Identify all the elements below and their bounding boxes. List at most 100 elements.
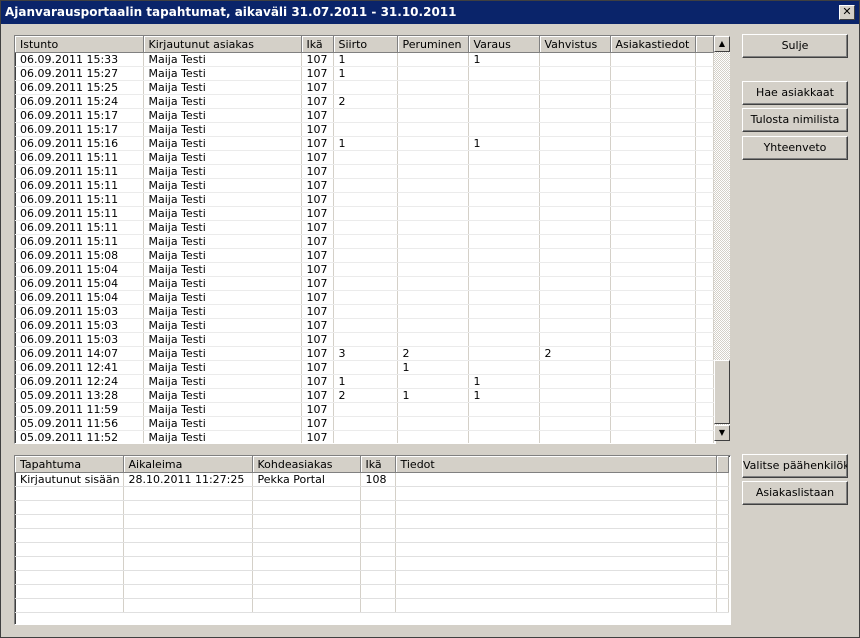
table-row[interactable]: 06.09.2011 15:04 Maija Testi 107 (15, 262, 714, 277)
column-header[interactable]: Varaus (468, 36, 540, 53)
table-cell (610, 304, 696, 319)
table-cell (539, 416, 611, 431)
table-cell: 107 (301, 234, 334, 249)
column-header-filler (716, 456, 729, 473)
column-header[interactable]: Vahvistus (539, 36, 611, 53)
table-cell (333, 318, 398, 333)
empty-cell (716, 542, 729, 557)
table-cell: 107 (301, 164, 334, 179)
table-cell: 1 (333, 52, 398, 67)
empty-cell (395, 584, 717, 599)
column-header[interactable]: Istunto (15, 36, 144, 53)
summary-button[interactable]: Yhteenveto (742, 136, 848, 160)
table-cell: 107 (301, 318, 334, 333)
table-cell (539, 304, 611, 319)
table-row[interactable]: 06.09.2011 15:17 Maija Testi 107 (15, 122, 714, 137)
table-row[interactable]: 06.09.2011 15:16 Maija Testi 107 1 1 (15, 136, 714, 151)
table-cell (610, 150, 696, 165)
empty-row (15, 486, 729, 501)
table-row[interactable]: 06.09.2011 15:03 Maija Testi 107 (15, 332, 714, 347)
print-names-button[interactable]: Tulosta nimilista (742, 108, 848, 132)
table-cell: 107 (301, 108, 334, 123)
scroll-thumb[interactable] (714, 360, 730, 424)
table-cell: 06.09.2011 15:11 (15, 164, 144, 179)
title-bar: Ajanvarausportaalin tapahtumat, aikaväli… (1, 1, 859, 24)
table-row[interactable]: 06.09.2011 15:27 Maija Testi 107 1 (15, 66, 714, 81)
table-row[interactable]: 06.09.2011 15:03 Maija Testi 107 (15, 304, 714, 319)
table-cell (610, 220, 696, 235)
table-row[interactable]: 06.09.2011 12:24 Maija Testi 107 1 1 (15, 374, 714, 389)
select-main-person-button[interactable]: Valitse päähenkilöksi (742, 454, 848, 478)
table-cell (539, 136, 611, 151)
table-cell (333, 360, 398, 375)
table-cell-filler (695, 52, 714, 67)
table-row[interactable]: 06.09.2011 15:03 Maija Testi 107 (15, 318, 714, 333)
table-row[interactable]: 05.09.2011 11:52 Maija Testi 107 (15, 430, 714, 443)
table-row[interactable]: 06.09.2011 15:33 Maija Testi 107 1 1 (15, 52, 714, 67)
table-row[interactable]: 06.09.2011 15:11 Maija Testi 107 (15, 150, 714, 165)
column-header[interactable]: Kirjautunut asiakas (143, 36, 302, 53)
table-cell: Maija Testi (143, 178, 302, 193)
events-grid[interactable]: Tapahtuma Aikaleima Kohdeasiakas Ikä Tiedot … (14, 455, 731, 625)
column-header[interactable]: Tiedot (395, 456, 717, 473)
table-row[interactable]: 05.09.2011 11:56 Maija Testi 107 (15, 416, 714, 431)
empty-cell (123, 556, 253, 571)
table-cell: 107 (301, 206, 334, 221)
table-row[interactable]: 06.09.2011 15:04 Maija Testi 107 (15, 290, 714, 305)
table-cell: 107 (301, 360, 334, 375)
table-row[interactable]: 06.09.2011 15:24 Maija Testi 107 2 (15, 94, 714, 109)
empty-cell (123, 584, 253, 599)
table-cell (539, 332, 611, 347)
sessions-scrollbar[interactable]: ▲ ▼ (714, 36, 730, 441)
table-cell (468, 248, 540, 263)
table-cell (468, 220, 540, 235)
table-cell: 2 (333, 388, 398, 403)
table-cell: Maija Testi (143, 346, 302, 361)
table-row[interactable]: 05.09.2011 13:28 Maija Testi 107 2 1 1 (15, 388, 714, 403)
table-cell: 1 (397, 360, 469, 375)
table-cell (397, 402, 469, 417)
table-row[interactable]: 06.09.2011 15:08 Maija Testi 107 (15, 248, 714, 263)
column-header[interactable]: Peruminen (397, 36, 469, 53)
table-row[interactable]: 06.09.2011 15:11 Maija Testi 107 (15, 164, 714, 179)
table-row[interactable]: 06.09.2011 15:17 Maija Testi 107 (15, 108, 714, 123)
table-row[interactable]: 06.09.2011 12:41 Maija Testi 107 1 (15, 360, 714, 375)
table-cell-filler (695, 276, 714, 291)
table-row[interactable]: 06.09.2011 15:11 Maija Testi 107 (15, 206, 714, 221)
table-cell (397, 80, 469, 95)
table-cell: Maija Testi (143, 262, 302, 277)
scroll-up-icon[interactable]: ▲ (714, 36, 730, 52)
close-button[interactable]: Sulje (742, 34, 848, 58)
to-customer-list-button[interactable]: Asiakaslistaan (742, 481, 848, 505)
table-row[interactable]: Kirjautunut sisään 28.10.2011 11:27:25 Pek… (15, 472, 729, 487)
sessions-grid[interactable]: Istunto Kirjautunut asiakas Ikä Siirto Perum… (14, 35, 716, 444)
table-row[interactable]: 06.09.2011 14:07 Maija Testi 107 3 2 2 (15, 346, 714, 361)
scroll-down-icon[interactable]: ▼ (714, 425, 730, 441)
empty-cell (15, 528, 124, 543)
table-cell (333, 80, 398, 95)
table-cell (610, 248, 696, 263)
table-row[interactable]: 05.09.2011 11:59 Maija Testi 107 (15, 402, 714, 417)
table-cell (333, 234, 398, 249)
column-header[interactable]: Asiakastiedot (610, 36, 696, 53)
table-cell (468, 402, 540, 417)
empty-cell (123, 570, 253, 585)
column-header[interactable]: Ikä (301, 36, 334, 53)
table-row[interactable]: 06.09.2011 15:11 Maija Testi 107 (15, 234, 714, 249)
table-row[interactable]: 06.09.2011 15:11 Maija Testi 107 (15, 192, 714, 207)
fetch-customers-button[interactable]: Hae asiakkaat (742, 81, 848, 105)
table-row[interactable]: 06.09.2011 15:11 Maija Testi 107 (15, 220, 714, 235)
column-header[interactable]: Tapahtuma (15, 456, 124, 473)
table-cell: 107 (301, 374, 334, 389)
table-cell: Maija Testi (143, 94, 302, 109)
table-cell-filler (695, 318, 714, 333)
table-row[interactable]: 06.09.2011 15:25 Maija Testi 107 (15, 80, 714, 95)
column-header[interactable]: Aikaleima (123, 456, 253, 473)
table-cell-filler (695, 220, 714, 235)
table-row[interactable]: 06.09.2011 15:04 Maija Testi 107 (15, 276, 714, 291)
column-header[interactable]: Siirto (333, 36, 398, 53)
close-window-icon[interactable]: ✕ (839, 5, 855, 20)
column-header[interactable]: Ikä (360, 456, 396, 473)
column-header[interactable]: Kohdeasiakas (252, 456, 361, 473)
table-row[interactable]: 06.09.2011 15:11 Maija Testi 107 (15, 178, 714, 193)
